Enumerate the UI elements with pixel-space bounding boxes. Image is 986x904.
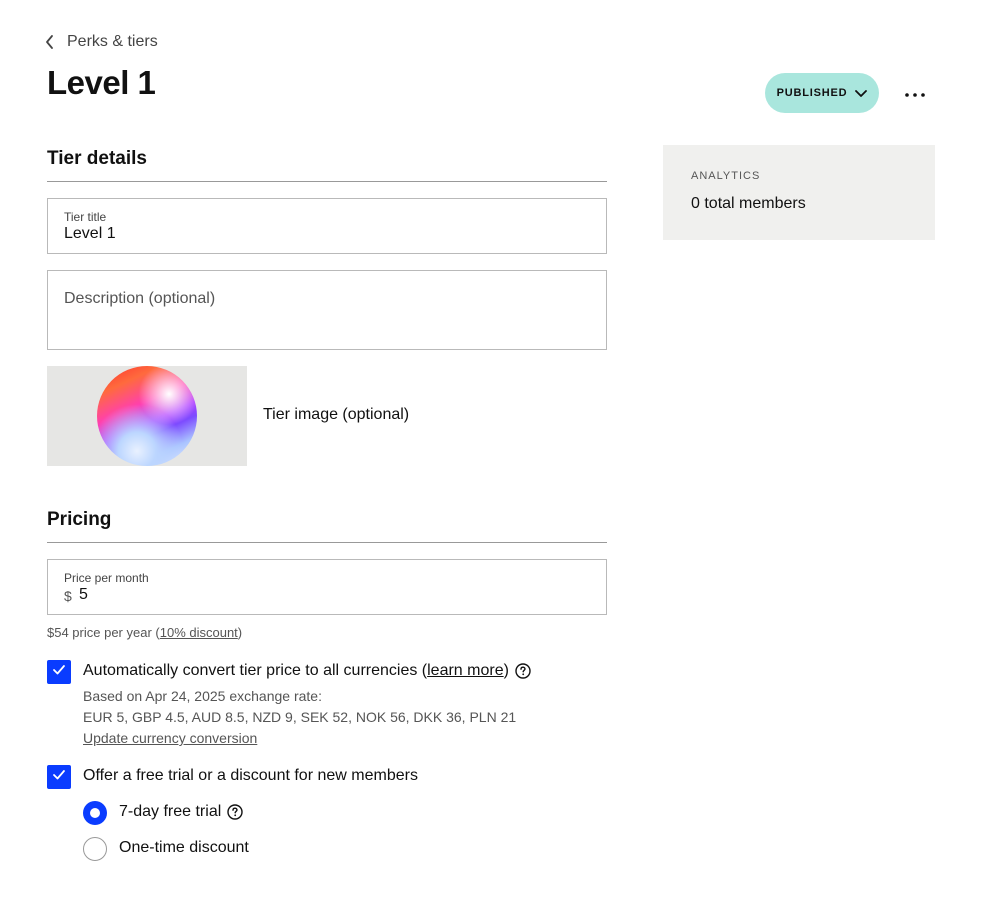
breadcrumb[interactable]: Perks & tiers [45, 32, 158, 52]
price-value[interactable]: 5 [79, 586, 88, 604]
radio-one-time-discount[interactable] [83, 837, 107, 861]
auto-convert-suffix: ) [503, 662, 509, 679]
free-trial-option: 7-day free trial [119, 803, 243, 821]
status-label: PUBLISHED [776, 87, 848, 99]
analytics-caption: ANALYTICS [691, 170, 761, 182]
status-dropdown-button[interactable]: PUBLISHED [765, 73, 879, 113]
tier-image-label[interactable]: Tier image (optional) [263, 406, 409, 424]
exchange-rate-note: Based on Apr 24, 2025 exchange rate: [83, 688, 322, 704]
total-members: 0 total members [691, 195, 806, 212]
tier-image-preview [97, 366, 197, 466]
divider [47, 542, 607, 543]
free-trial-option-label: 7-day free trial [119, 803, 222, 820]
annual-price-text: $54 price per year ( [47, 625, 160, 640]
one-time-discount-label: One-time discount [119, 839, 249, 856]
free-trial-label: Offer a free trial or a discount for new… [83, 767, 418, 784]
analytics-panel: ANALYTICS 0 total members [663, 145, 935, 240]
description-placeholder: Description (optional) [64, 290, 216, 307]
description-field[interactable]: Description (optional) [47, 270, 607, 350]
more-icon [905, 84, 925, 102]
auto-convert-checkbox[interactable] [47, 660, 71, 684]
radio-selected-dot [90, 808, 100, 818]
tier-title-field[interactable]: Tier title Level 1 [47, 198, 607, 254]
exchange-rates: EUR 5, GBP 4.5, AUD 8.5, NZD 9, SEK 52, … [83, 709, 517, 725]
price-field[interactable]: Price per month $ 5 [47, 559, 607, 615]
help-icon[interactable] [515, 663, 531, 679]
breadcrumb-label: Perks & tiers [67, 33, 158, 50]
auto-convert-label: Automatically convert tier price to all … [83, 662, 531, 680]
more-options-button[interactable] [899, 78, 931, 108]
tier-details-heading: Tier details [47, 148, 147, 169]
annual-discount-link[interactable]: 10% discount [160, 625, 238, 640]
help-icon[interactable] [227, 804, 243, 820]
chevron-down-icon [855, 86, 868, 101]
learn-more-link[interactable]: learn more [427, 662, 503, 679]
check-icon [52, 663, 66, 681]
auto-convert-text: Automatically convert tier price to all … [83, 662, 428, 679]
update-currency-link[interactable]: Update currency conversion [83, 730, 257, 746]
radio-free-trial[interactable] [83, 801, 107, 825]
tier-title-label: Tier title [64, 210, 107, 224]
divider [47, 181, 607, 182]
pricing-heading: Pricing [47, 509, 112, 530]
page-title: Level 1 [47, 64, 156, 101]
tier-image-upload[interactable] [47, 366, 247, 466]
free-trial-checkbox[interactable] [47, 765, 71, 789]
annual-price-suffix: ) [237, 625, 243, 640]
check-icon [52, 768, 66, 786]
chevron-left-icon [45, 32, 57, 52]
currency-symbol: $ [64, 588, 72, 604]
annual-price-note: $54 price per year (10% discount) [47, 625, 242, 640]
tier-title-value[interactable]: Level 1 [64, 225, 116, 243]
price-label: Price per month [64, 571, 149, 585]
